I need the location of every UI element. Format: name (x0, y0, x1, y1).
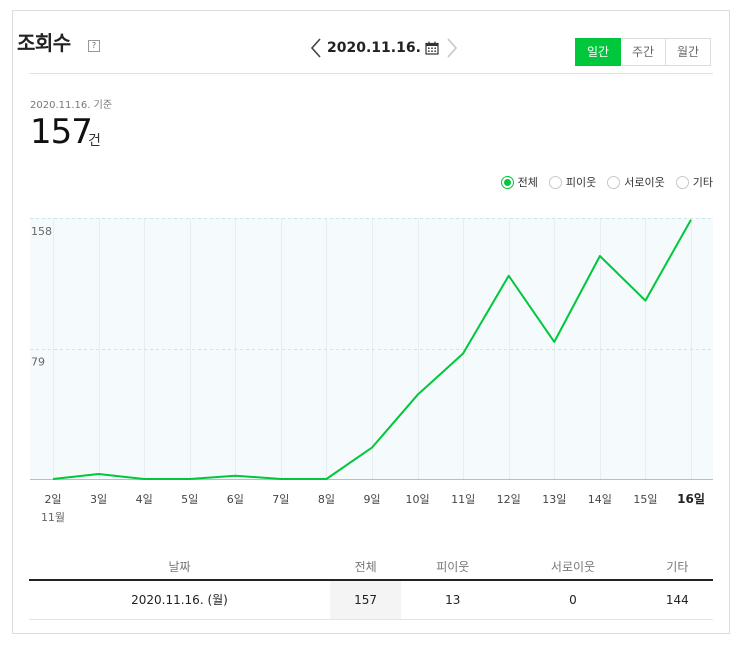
header-divider (29, 73, 713, 74)
column-header-mutual: 서로이웃 (504, 553, 642, 581)
y-tick-label: 79 (31, 356, 45, 369)
filter-label: 피이웃 (565, 176, 597, 189)
x-tick-label: 8일 (318, 492, 335, 506)
current-date: 2020.11.16. (327, 40, 421, 56)
chevron-left-icon[interactable] (309, 37, 323, 59)
filter-group: 전체 피이웃 서로이웃 기타 (490, 174, 713, 190)
filter-mutual-neighbor[interactable]: 서로이웃 (607, 174, 665, 190)
x-tick-label: 7일 (272, 492, 289, 506)
x-tick-label: 10일 (406, 492, 430, 506)
x-tick-label: 16일 (677, 492, 705, 506)
x-tick-label: 12일 (497, 492, 521, 506)
radio-icon (548, 175, 562, 189)
plot-background (30, 218, 713, 479)
total-count: 157 (30, 112, 93, 152)
calendar-icon[interactable] (425, 41, 439, 55)
tab-weekly[interactable]: 주간 (620, 38, 666, 66)
x-tick-label: 11일 (451, 492, 475, 506)
cell-date: 2020.11.16. (월) (29, 580, 330, 620)
x-tick-label: 6일 (227, 492, 244, 506)
count-unit: 건 (88, 133, 101, 149)
filter-other[interactable]: 기타 (675, 174, 713, 190)
filter-label: 서로이웃 (624, 176, 665, 189)
column-header-total: 전체 (329, 553, 402, 581)
chevron-right-icon[interactable] (445, 37, 459, 59)
radio-icon (675, 175, 689, 189)
y-tick-label: 158 (31, 225, 52, 238)
cell-total: 157 (329, 580, 402, 620)
x-tick-label: 5일 (181, 492, 198, 506)
stats-table: 날짜 전체 피이웃 서로이웃 기타 2020.11.16. (월) 157 13… (29, 553, 713, 620)
date-navigator: 2020.11.16. (309, 36, 459, 60)
help-icon[interactable]: ? (88, 40, 100, 52)
column-header-other: 기타 (641, 553, 713, 581)
views-line-chart: 158 79 2일 3일 4일 5일 6일 7일 8일 9일 10일 11일 12일 13일 14일 15일 1… (30, 218, 713, 524)
table-header-row: 날짜 전체 피이웃 서로이웃 기타 (29, 553, 713, 581)
x-tick-label: 13일 (542, 492, 566, 506)
filter-all[interactable]: 전체 (500, 174, 538, 190)
radio-icon (607, 175, 621, 189)
x-tick-label: 15일 (633, 492, 657, 506)
column-header-date: 날짜 (29, 553, 330, 581)
column-header-neighbor: 피이웃 (401, 553, 505, 581)
cell-mutual: 0 (504, 580, 642, 620)
cell-other: 144 (641, 580, 713, 620)
filter-label: 기타 (692, 176, 713, 189)
table-row: 2020.11.16. (월) 157 13 0 144 (29, 580, 713, 620)
cell-neighbor: 13 (401, 580, 505, 620)
month-label: 11월 (41, 511, 65, 524)
page-title: 조회수 (17, 31, 71, 55)
period-selector: 일간 주간 월간 (575, 38, 711, 66)
x-tick-label: 2일 (44, 492, 61, 506)
x-tick-label: 9일 (363, 492, 380, 506)
x-tick-label: 14일 (588, 492, 612, 506)
radio-icon (500, 175, 514, 189)
tab-daily[interactable]: 일간 (575, 38, 621, 66)
base-date: 2020.11.16. 기준 (30, 100, 113, 111)
x-tick-label: 3일 (90, 492, 107, 506)
filter-neighbor[interactable]: 피이웃 (548, 174, 597, 190)
filter-label: 전체 (517, 176, 538, 189)
tab-monthly[interactable]: 월간 (665, 38, 711, 66)
x-tick-label: 4일 (136, 492, 153, 506)
